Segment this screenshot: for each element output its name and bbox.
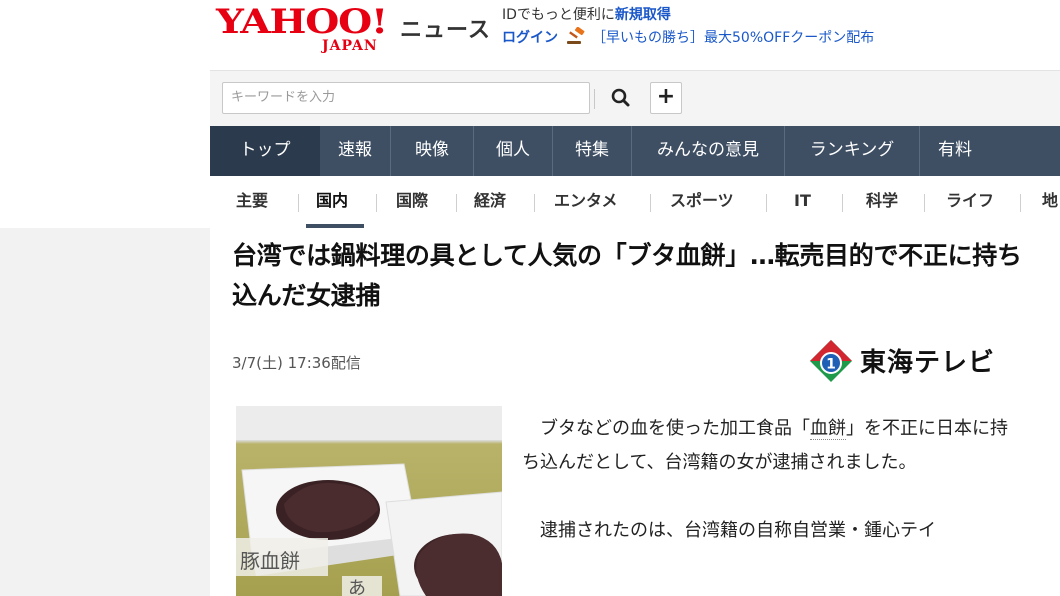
- glossary-term-link[interactable]: 血餅: [810, 418, 846, 440]
- tab-breaking[interactable]: 速報: [320, 126, 390, 176]
- tab-personal[interactable]: 個人: [474, 126, 552, 176]
- search-bar: キーワードを入力 +: [210, 70, 1060, 127]
- category-sports[interactable]: スポーツ: [670, 176, 734, 228]
- category-divider: [1020, 194, 1021, 212]
- search-button[interactable]: [602, 82, 642, 114]
- gavel-icon: [566, 26, 586, 45]
- tokai-tv-logo-icon: 1: [810, 340, 852, 382]
- article-paragraph: ブタなどの血を使った加工食品「血餅」を不正に日本に持ち込んだとして、台湾籍の女が…: [522, 412, 1022, 480]
- login-link[interactable]: ログイン: [502, 30, 558, 46]
- category-main[interactable]: 主要: [236, 176, 268, 228]
- category-entertainment[interactable]: エンタメ: [554, 176, 618, 228]
- logo-subtext: JAPAN: [322, 38, 378, 54]
- article-headline: 台湾では鍋料理の具として人気の「ブタ血餅」…転売目的で不正に持ち込んだ女逮捕: [232, 241, 1022, 310]
- article-date: 3/7(土) 17:36配信: [232, 354, 361, 372]
- tab-paid[interactable]: 有料: [920, 126, 1060, 176]
- plus-icon: +: [656, 84, 676, 109]
- category-divider: [456, 194, 457, 212]
- coupon-promo-link[interactable]: ［早いもの勝ち］最大50%OFFクーポン配布: [592, 30, 874, 46]
- article-body: ブタなどの血を使った加工食品「血餅」を不正に日本に持ち込んだとして、台湾籍の女が…: [522, 412, 1022, 582]
- signup-promo: IDでもっと便利に新規取得: [502, 4, 671, 24]
- category-domestic[interactable]: 国内: [316, 176, 348, 228]
- photo-label-1: 豚血餅: [240, 549, 300, 573]
- category-divider: [298, 194, 299, 212]
- category-life[interactable]: ライフ: [946, 176, 994, 228]
- search-icon: [611, 88, 630, 107]
- article-photo[interactable]: 豚血餅 あ: [236, 406, 502, 596]
- category-economy[interactable]: 経済: [474, 176, 506, 228]
- primary-nav: トップ 速報 映像 個人 特集 みんなの意見 ランキング 有料: [210, 126, 1060, 176]
- left-gutter-lower: [0, 228, 210, 596]
- category-international[interactable]: 国際: [396, 176, 428, 228]
- photo-label-2: あ: [348, 578, 366, 596]
- category-divider: [650, 194, 651, 212]
- category-region[interactable]: 地域: [1042, 176, 1060, 260]
- article: 台湾では鍋料理の具として人気の「ブタ血餅」…転売目的で不正に持ち込んだ女逮捕 3…: [210, 228, 1060, 596]
- source-name: 東海テレビ: [860, 348, 996, 378]
- category-science[interactable]: 科学: [866, 176, 898, 228]
- left-gutter: [0, 0, 210, 596]
- tab-features[interactable]: 特集: [553, 126, 631, 176]
- category-divider: [842, 194, 843, 212]
- signup-promo-text: IDでもっと便利に: [502, 7, 615, 23]
- add-button[interactable]: +: [650, 82, 682, 114]
- section-title[interactable]: ニュース: [400, 12, 491, 44]
- search-divider: [594, 89, 595, 109]
- signup-link[interactable]: 新規取得: [615, 7, 671, 23]
- tab-video[interactable]: 映像: [391, 126, 473, 176]
- category-divider: [924, 194, 925, 212]
- source-logo[interactable]: 1 東海テレビ: [808, 338, 1018, 384]
- tab-top[interactable]: トップ: [210, 126, 320, 176]
- category-divider: [376, 194, 377, 212]
- article-paragraph: 逮捕されたのは、台湾籍の自称自営業・鍾心テイ: [540, 520, 936, 541]
- login-promo: ログイン ［早いもの勝ち］最大50%OFFクーポン配布: [502, 26, 874, 47]
- tab-ranking[interactable]: ランキング: [785, 126, 919, 176]
- svg-text:1: 1: [826, 357, 836, 373]
- paragraph-text: ブタなどの血を使った加工食品「: [540, 418, 810, 439]
- category-it[interactable]: IT: [794, 176, 811, 228]
- category-divider: [766, 194, 767, 212]
- logo-text: YAHOO!: [216, 2, 388, 42]
- yahoo-japan-logo[interactable]: YAHOO! JAPAN: [216, 2, 394, 60]
- tab-opinions[interactable]: みんなの意見: [632, 126, 784, 176]
- category-nav: 主要 国内 国際 経済 エンタメ スポーツ IT 科学 ライフ 地域: [210, 176, 1060, 260]
- category-divider: [534, 194, 535, 212]
- search-input[interactable]: キーワードを入力: [222, 82, 590, 114]
